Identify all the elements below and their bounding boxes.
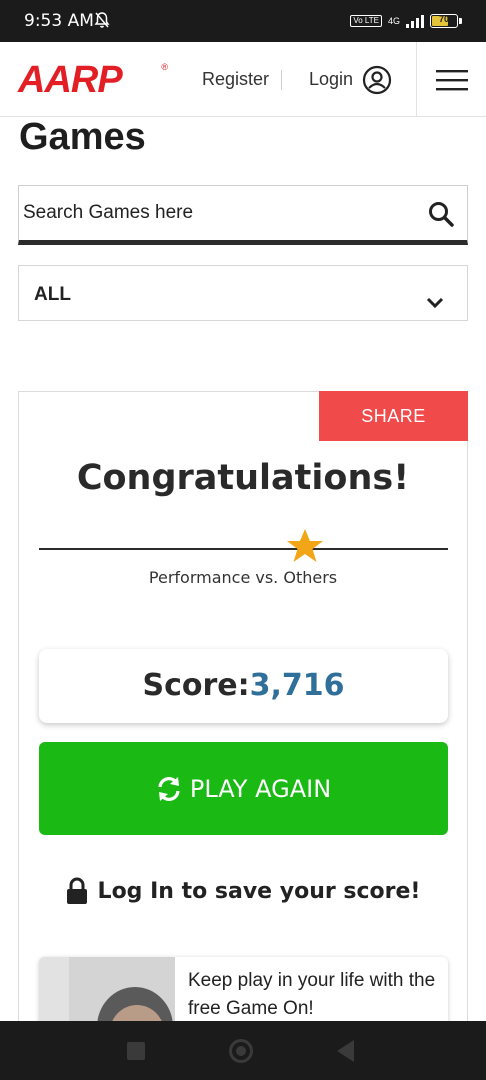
star-icon: [286, 529, 323, 562]
battery-cap: [459, 18, 462, 24]
chevron-down-icon: [426, 297, 444, 309]
volte-indicator: Vo LTE: [350, 15, 382, 27]
page-title: Games: [19, 116, 146, 158]
logo-text: AARP: [18, 59, 123, 101]
menu-divider: [416, 42, 417, 117]
hamburger-menu-icon[interactable]: [435, 68, 469, 92]
share-button[interactable]: SHARE: [319, 391, 468, 441]
search-icon[interactable]: [427, 200, 455, 228]
play-again-button[interactable]: PLAY AGAIN: [39, 742, 448, 835]
login-link[interactable]: Login: [309, 69, 353, 90]
score-label: Score:: [142, 668, 250, 703]
recents-button[interactable]: [127, 1042, 145, 1060]
result-card: SHARE Congratulations! Performance vs. O…: [18, 391, 468, 1037]
score-display: Score:3,716: [39, 649, 448, 723]
score-value: 3,716: [249, 668, 345, 703]
category-selected-value: ALL: [34, 284, 71, 305]
aarp-logo[interactable]: AARP ®: [18, 59, 168, 101]
bell-off-icon: [94, 11, 110, 33]
search-input[interactable]: [19, 186, 409, 240]
user-circle-icon[interactable]: [362, 65, 392, 95]
refresh-icon: [158, 776, 180, 801]
network-type: 4G: [387, 15, 400, 26]
performance-track: [39, 548, 448, 550]
category-select[interactable]: ALL: [18, 265, 468, 321]
play-again-label: PLAY AGAIN: [189, 774, 332, 803]
promo-text: Keep play in your life with the free Gam…: [188, 970, 436, 1019]
status-time: 9:53 AM: [24, 11, 94, 31]
performance-label: Performance vs. Others: [148, 568, 338, 587]
site-header: AARP ® Register Login: [0, 42, 486, 117]
battery-text: 70: [438, 14, 449, 24]
battery-icon: 70: [430, 14, 462, 28]
lock-icon: [66, 877, 87, 904]
congratulations-heading: Congratulations!: [76, 458, 410, 498]
status-bar: 9:53 AM Vo LTE 4G 70: [0, 0, 486, 42]
system-nav-bar: [0, 1021, 486, 1080]
back-button[interactable]: [337, 1040, 354, 1062]
search-box: [18, 185, 468, 245]
status-indicators: Vo LTE 4G 70: [350, 14, 462, 28]
registered-mark: ®: [161, 62, 168, 72]
login-save-label: Log In to save your score!: [97, 878, 421, 904]
header-separator: [281, 70, 282, 90]
login-to-save-link[interactable]: Log In to save your score!: [19, 877, 467, 905]
register-link[interactable]: Register: [202, 69, 269, 90]
home-button[interactable]: [229, 1039, 253, 1063]
signal-icon: [406, 14, 424, 28]
